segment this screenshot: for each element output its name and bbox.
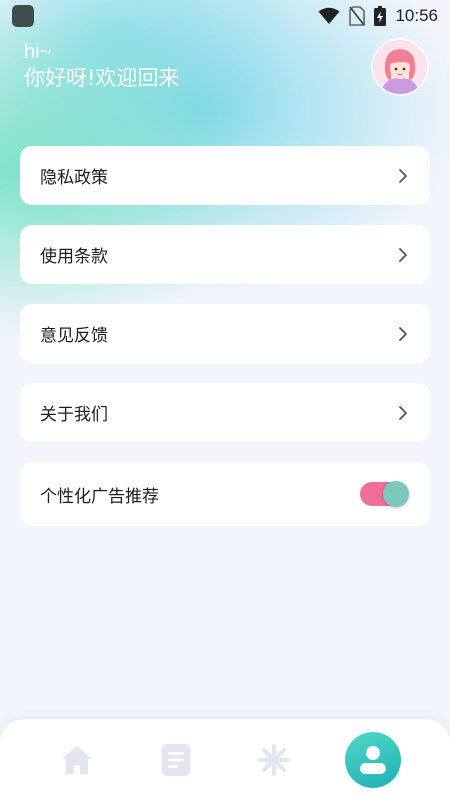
greeting-text: hi~ — [24, 41, 52, 63]
chevron-right-icon — [399, 168, 407, 183]
personalized-ads-toggle[interactable] — [360, 481, 409, 507]
menu-item-privacy-policy[interactable]: 隐私政策 — [20, 146, 430, 205]
chevron-right-icon — [399, 247, 407, 262]
menu-item-about-us[interactable]: 关于我们 — [20, 383, 430, 442]
bottom-tab-bar — [0, 719, 450, 800]
menu-item-label: 意见反馈 — [40, 326, 108, 346]
personalized-ads-label: 个性化广告推荐 — [40, 486, 159, 507]
tab-documents[interactable] — [148, 732, 204, 788]
menu-item-label: 关于我们 — [40, 405, 108, 425]
app-icon — [12, 5, 34, 27]
welcome-text: 你好呀!欢迎回来 — [24, 66, 180, 90]
status-bar: 10:56 — [0, 0, 450, 32]
avatar[interactable] — [373, 40, 427, 94]
home-icon — [62, 745, 93, 774]
toggle-knob — [383, 481, 409, 507]
status-time: 10:56 — [395, 6, 438, 25]
battery-charging-icon — [374, 6, 387, 26]
status-icons: 10:56 — [318, 6, 438, 26]
menu-item-feedback[interactable]: 意见反馈 — [20, 304, 430, 363]
settings-menu: 隐私政策 使用条款 意见反馈 关于我们 个性化广告推荐 — [20, 146, 430, 526]
chevron-right-icon — [399, 326, 407, 341]
tab-profile[interactable] — [344, 731, 401, 788]
chevron-right-icon — [399, 405, 407, 420]
tab-discover[interactable] — [246, 732, 302, 788]
personalized-ads-row: 个性化广告推荐 — [20, 462, 430, 526]
avatar-girl-icon — [373, 40, 427, 94]
tab-home[interactable] — [49, 732, 105, 788]
wifi-icon — [318, 7, 340, 24]
no-sim-icon — [349, 6, 366, 26]
user-icon — [359, 745, 386, 774]
menu-item-label: 隐私政策 — [40, 168, 108, 188]
document-icon — [161, 743, 190, 776]
menu-item-label: 使用条款 — [40, 247, 108, 267]
greeting-header: hi~ 你好呀!欢迎回来 — [24, 40, 179, 92]
sparkle-icon — [258, 743, 291, 776]
menu-item-terms-of-use[interactable]: 使用条款 — [20, 225, 430, 284]
